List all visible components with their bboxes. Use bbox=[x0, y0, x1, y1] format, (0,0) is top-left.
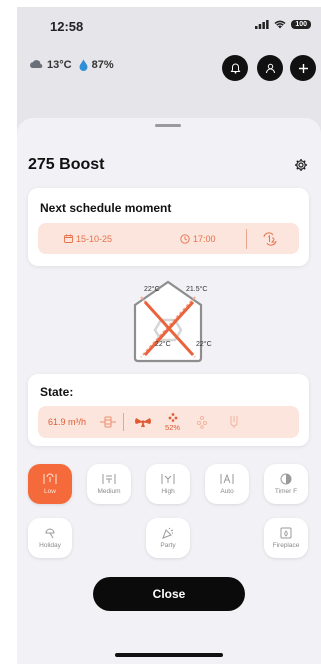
notifications-button[interactable] bbox=[222, 55, 248, 81]
humidity-drop-icon bbox=[79, 59, 88, 71]
outdoor-humidity: 87% bbox=[91, 59, 114, 71]
party-icon bbox=[162, 527, 174, 539]
mode-high-label: High bbox=[161, 488, 175, 495]
filter-status-icon bbox=[230, 416, 238, 428]
schedule-time: 17:00 bbox=[180, 234, 216, 244]
mode-timer-button[interactable]: Timer F bbox=[264, 464, 308, 504]
schedule-date-value: 15-10-25 bbox=[76, 233, 113, 244]
mode-fireplace-label: Fireplace bbox=[272, 542, 300, 549]
clock-icon bbox=[180, 233, 190, 244]
schedule-time-value: 17:00 bbox=[193, 233, 216, 244]
mode-holiday-button[interactable]: Holiday bbox=[28, 518, 72, 558]
sheet-grabber[interactable] bbox=[155, 124, 181, 127]
fan-auto-icon bbox=[220, 473, 234, 484]
state-divider bbox=[123, 413, 125, 431]
ventilation-diagram: 22°C 21.5°C 22°C 22°C bbox=[123, 275, 213, 365]
phone-screen: 12:58 100 13°C 87% 275 Boost Next schedu… bbox=[17, 7, 321, 664]
state-pill: 61.9 m³/h 52% bbox=[38, 406, 299, 438]
profile-button[interactable] bbox=[257, 55, 283, 81]
mode-auto-button[interactable]: Auto bbox=[205, 464, 249, 504]
home-indicator bbox=[115, 653, 223, 657]
schedule-title: Next schedule moment bbox=[40, 201, 172, 215]
bell-icon bbox=[230, 62, 240, 74]
cloud-rain-icon bbox=[30, 60, 43, 69]
user-icon bbox=[265, 63, 275, 73]
mode-low-button[interactable]: Low bbox=[28, 464, 72, 504]
signal-icon bbox=[255, 20, 269, 29]
air-filter-icon bbox=[100, 416, 117, 428]
mode-medium-button[interactable]: Medium bbox=[87, 464, 131, 504]
schedule-refresh-icon[interactable] bbox=[261, 231, 279, 246]
humidity-state: 52% bbox=[165, 412, 181, 432]
mode-medium-label: Medium bbox=[97, 488, 121, 495]
gear-icon[interactable] bbox=[294, 158, 308, 172]
mode-low-label: Low bbox=[44, 488, 56, 495]
device-sheet: 275 Boost Next schedule moment 15-10-25 bbox=[17, 118, 321, 664]
schedule-card[interactable]: Next schedule moment 15-10-25 17:00 bbox=[28, 188, 309, 266]
timer-icon bbox=[280, 473, 292, 485]
battery-indicator: 100 bbox=[291, 20, 311, 29]
close-button[interactable]: Close bbox=[93, 577, 245, 611]
temp-bottom-right: 22°C bbox=[196, 341, 212, 348]
state-title: State: bbox=[40, 385, 74, 399]
mode-party-button[interactable]: Party bbox=[146, 518, 190, 558]
wifi-icon bbox=[274, 20, 286, 29]
temp-bottom-left: 22°C bbox=[155, 341, 171, 348]
defrost-icon bbox=[196, 415, 208, 429]
fireplace-icon bbox=[280, 527, 292, 539]
fan-low-icon bbox=[43, 473, 57, 484]
humidity-dots-icon bbox=[168, 412, 177, 422]
status-bar: 12:58 100 bbox=[17, 7, 321, 43]
schedule-divider bbox=[245, 228, 247, 249]
mode-high-button[interactable]: High bbox=[146, 464, 190, 504]
airflow-value: 61.9 m³/h bbox=[48, 417, 87, 427]
system-icons: 100 bbox=[255, 20, 311, 29]
weather-summary: 13°C 87% bbox=[29, 59, 114, 71]
add-button[interactable] bbox=[290, 55, 316, 81]
mode-holiday-label: Holiday bbox=[39, 542, 61, 549]
mode-fireplace-button[interactable]: Fireplace bbox=[264, 518, 308, 558]
outdoor-temperature: 13°C bbox=[47, 59, 72, 71]
holiday-icon bbox=[45, 528, 55, 539]
schedule-date: 15-10-25 bbox=[64, 234, 112, 244]
state-card: State: 61.9 m³/h 52% bbox=[28, 374, 309, 446]
fan-speed-icon bbox=[135, 418, 152, 427]
status-time: 12:58 bbox=[50, 19, 84, 34]
calendar-icon bbox=[64, 234, 73, 243]
fan-medium-icon bbox=[102, 474, 116, 484]
temp-top-right: 21.5°C bbox=[186, 286, 208, 293]
fan-high-icon bbox=[161, 474, 175, 484]
schedule-pill: 15-10-25 17:00 bbox=[38, 223, 299, 254]
mode-auto-label: Auto bbox=[220, 488, 234, 495]
humidity-value: 52% bbox=[165, 422, 181, 432]
temp-top-left: 22°C bbox=[144, 286, 160, 293]
device-title: 275 Boost bbox=[28, 156, 105, 173]
plus-icon bbox=[298, 63, 308, 73]
mode-timer-label: Timer F bbox=[274, 488, 298, 495]
mode-party-label: Party bbox=[160, 542, 176, 549]
